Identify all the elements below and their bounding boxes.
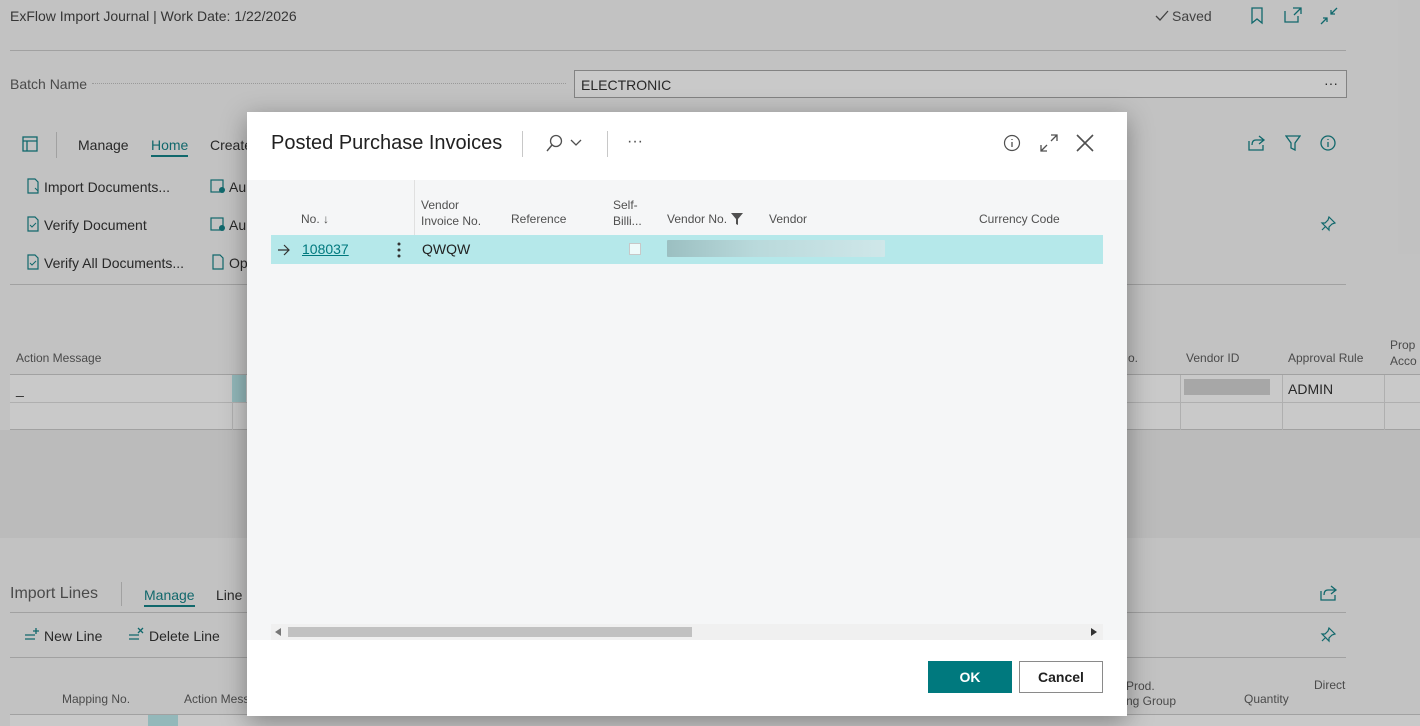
cell-no[interactable]: 108037 <box>302 241 349 257</box>
more-options-button[interactable]: ··· <box>627 133 643 151</box>
filter-active-icon[interactable] <box>731 213 743 225</box>
column-vendor-no[interactable]: Vendor No. <box>667 212 727 227</box>
dialog-title: Posted Purchase Invoices <box>271 132 503 154</box>
expand-icon[interactable] <box>1040 134 1058 152</box>
column-self-billing-line1[interactable]: Self- <box>613 198 638 213</box>
posted-purchase-invoices-dialog: Posted Purchase Invoices ··· No. ↓ Vendo… <box>247 112 1127 716</box>
close-icon[interactable] <box>1075 133 1095 153</box>
scrollbar-thumb[interactable] <box>288 627 692 637</box>
column-vendor-invoice-no-line1[interactable]: Vendor <box>421 198 459 213</box>
column-no[interactable]: No. ↓ <box>301 212 329 227</box>
column-vendor[interactable]: Vendor <box>769 212 807 227</box>
column-reference[interactable]: Reference <box>511 212 566 227</box>
current-row-arrow-icon <box>277 244 291 256</box>
chevron-down-icon[interactable] <box>570 139 582 147</box>
dialog-header: Posted Purchase Invoices ··· <box>247 112 1127 180</box>
table-row[interactable]: 108037 QWQW <box>271 235 1103 264</box>
scroll-right-icon[interactable] <box>1091 628 1097 636</box>
cell-vendor-invoice-no[interactable]: QWQW <box>422 241 470 257</box>
search-icon[interactable] <box>545 134 565 152</box>
cell-self-billing-checkbox[interactable] <box>629 243 641 255</box>
column-currency-code[interactable]: Currency Code <box>979 212 1060 227</box>
column-self-billing-line2[interactable]: Billi... <box>613 214 642 229</box>
dialog-info-icon[interactable] <box>1003 134 1021 152</box>
column-vendor-invoice-no-line2[interactable]: Invoice No. <box>421 214 481 229</box>
cell-vendor-redacted <box>667 240 885 257</box>
cancel-button[interactable]: Cancel <box>1019 661 1103 693</box>
row-actions-icon[interactable] <box>397 242 401 258</box>
horizontal-scrollbar[interactable] <box>271 624 1103 640</box>
ok-button[interactable]: OK <box>928 661 1012 693</box>
scroll-left-icon[interactable] <box>275 628 281 636</box>
dialog-footer: OK Cancel <box>247 640 1127 716</box>
